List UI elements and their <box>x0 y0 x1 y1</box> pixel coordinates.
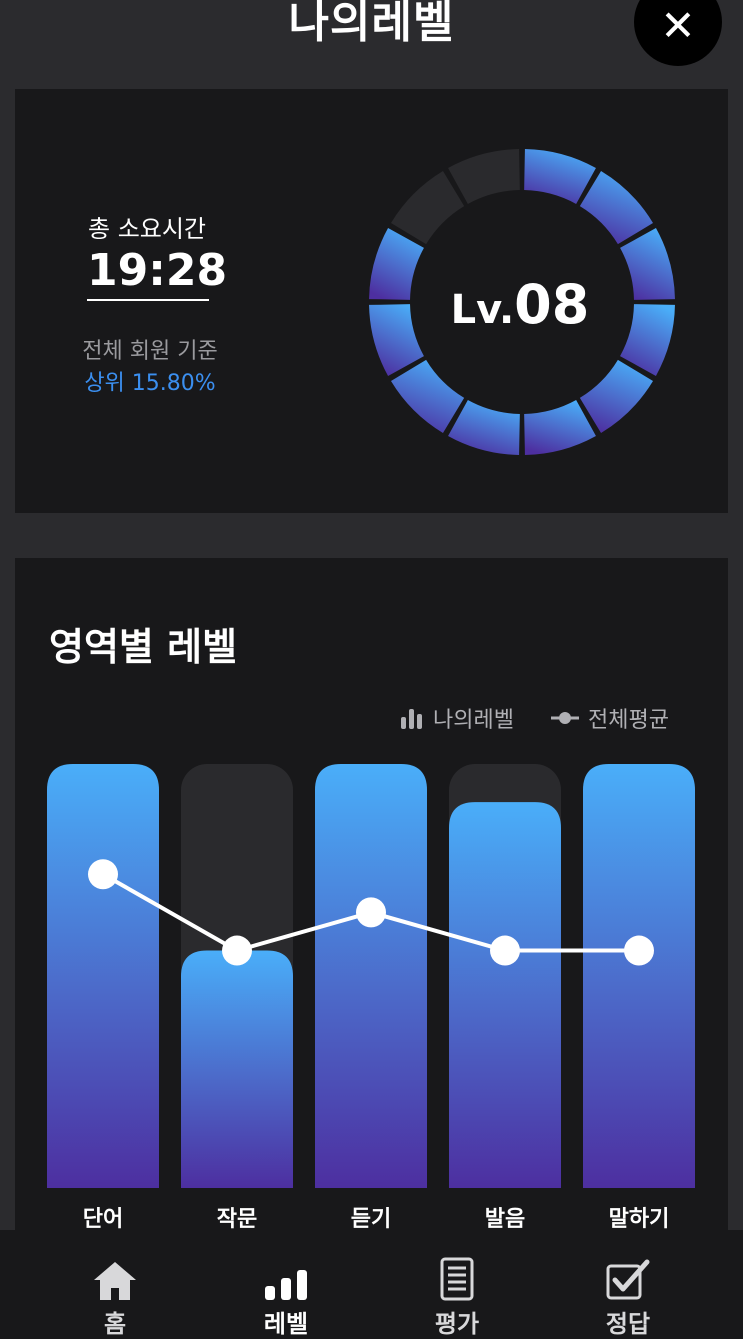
level-number: 08 <box>514 273 590 336</box>
level-segment-filled <box>579 170 654 245</box>
level-segment-filled <box>620 304 675 376</box>
level-segment-filled <box>448 400 520 455</box>
level-segment-filled <box>369 228 424 300</box>
level-segment-filled <box>620 228 675 300</box>
nav-item-answers[interactable]: 정답 <box>573 1230 683 1339</box>
x-tick-label: 작문 <box>217 1207 257 1232</box>
bar-my-level <box>181 950 293 1188</box>
bar-my-level <box>47 764 159 1188</box>
area-level-card: 영역별 레벨 나의레벨 전체평균 단어 작문 듣기 발음 말하기 <box>15 558 728 1339</box>
nav-item-level[interactable]: 레벨 <box>231 1230 341 1339</box>
total-time-label: 총 소요시간 <box>87 215 207 243</box>
bar-chart-icon <box>262 1256 310 1302</box>
close-icon: ✕ <box>660 0 696 50</box>
level-segment-filled <box>579 359 654 434</box>
level-segment-filled <box>524 400 596 455</box>
nav-label-evaluation: 평가 <box>434 1310 480 1338</box>
rank-basis-label: 전체 회원 기준 <box>82 339 218 364</box>
area-level-chart: 단어 작문 듣기 발음 말하기 <box>47 764 695 1232</box>
bar-my-level <box>315 764 427 1188</box>
average-point <box>88 859 118 890</box>
nav-label-home: 홈 <box>103 1310 127 1338</box>
average-point <box>624 935 654 966</box>
total-time-value: 19:28 <box>87 245 228 296</box>
time-underline <box>87 299 209 301</box>
x-tick-label: 단어 <box>83 1207 123 1232</box>
average-point <box>222 935 252 966</box>
x-tick-label: 말하기 <box>609 1207 670 1232</box>
average-point <box>490 935 520 966</box>
x-tick-label: 발음 <box>485 1207 525 1232</box>
bar-my-level <box>449 802 561 1188</box>
nav-item-evaluation[interactable]: 평가 <box>402 1230 512 1339</box>
close-button[interactable]: ✕ <box>634 0 722 66</box>
level-segment-empty <box>448 149 520 204</box>
home-icon <box>91 1256 139 1302</box>
bottom-navigation: 홈 레벨 평가 정답 <box>0 1230 743 1339</box>
bar-my-level <box>583 764 695 1188</box>
level-segment-filled <box>369 304 424 376</box>
level-segment-empty <box>390 170 465 245</box>
checkbox-icon <box>604 1256 652 1302</box>
page-title: 나의레벨 <box>288 0 455 48</box>
level-prefix: Lv. <box>450 287 515 333</box>
level-display: Lv.08 <box>435 273 605 336</box>
level-summary-card: 총 소요시간 19:28 전체 회원 기준 상위 15.80% Lv.08 <box>15 89 728 513</box>
nav-label-level: 레벨 <box>263 1310 309 1338</box>
x-tick-label: 듣기 <box>351 1207 391 1232</box>
level-segment-filled <box>390 359 465 434</box>
nav-label-answers: 정답 <box>605 1310 651 1338</box>
rank-percentile: 상위 15.80% <box>84 371 216 396</box>
nav-item-home[interactable]: 홈 <box>60 1230 170 1339</box>
header: 나의레벨 ✕ <box>0 0 743 66</box>
average-point <box>356 897 386 928</box>
document-icon <box>433 1256 481 1302</box>
level-segment-filled <box>524 149 596 204</box>
